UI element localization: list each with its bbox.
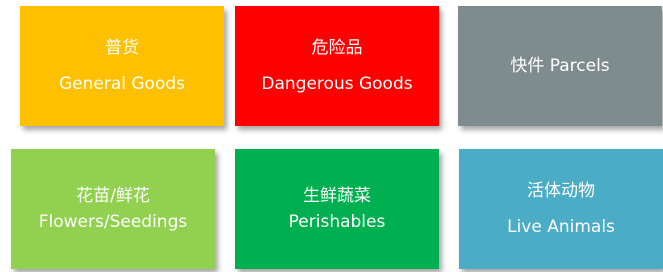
tile-title-en: General Goods (58, 74, 186, 94)
tile-perishables[interactable]: 生鲜蔬菜 Perishables (235, 149, 439, 269)
tile-title-zh: 生鲜蔬菜 (303, 186, 371, 206)
tile-title-en: Perishables (288, 212, 386, 232)
tile-parcels[interactable]: 快件 Parcels (458, 6, 662, 126)
tile-title-en: Flowers/Seedings (38, 212, 188, 232)
tile-title-zh: 花苗/鲜花 (76, 186, 150, 206)
tile-title-zh: 活体动物 (527, 181, 595, 201)
tile-general-goods[interactable]: 普货 General Goods (20, 6, 224, 126)
tile-flowers-seedings[interactable]: 花苗/鲜花 Flowers/Seedings (11, 149, 215, 269)
cargo-category-grid: 普货 General Goods 危险品 Dangerous Goods 快件 … (0, 0, 663, 272)
tile-title-zh: 危险品 (311, 38, 363, 58)
tile-live-animals[interactable]: 活体动物 Live Animals (459, 149, 663, 269)
tile-title-en: Live Animals (507, 217, 615, 237)
tile-title-zh: 普货 (105, 38, 139, 58)
tile-title: 快件 Parcels (510, 56, 610, 76)
tile-dangerous-goods[interactable]: 危险品 Dangerous Goods (235, 6, 439, 126)
tile-title-en: Dangerous Goods (261, 74, 413, 94)
